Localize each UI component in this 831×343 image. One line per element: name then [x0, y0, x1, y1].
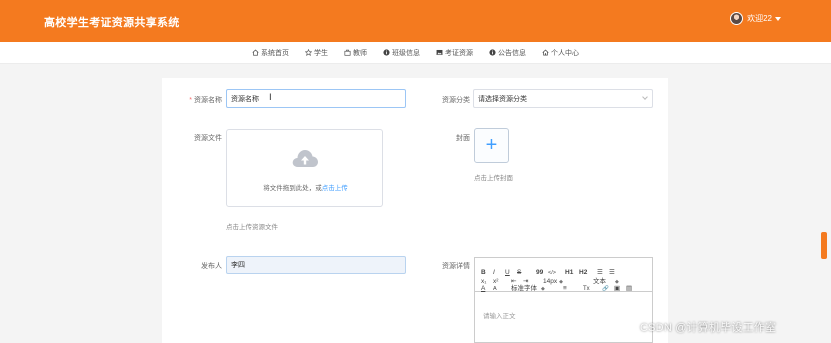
nav-item-label: 教师: [353, 49, 367, 57]
nav-item-cert-resources[interactable]: 考证资源: [436, 48, 473, 58]
nav-item-label: 公告信息: [498, 49, 526, 57]
ordered-list-button[interactable]: ☰: [597, 269, 603, 277]
nav-item-label: 班级信息: [392, 49, 420, 57]
chevron-down-icon: [642, 94, 648, 100]
info-circle-icon: [489, 49, 496, 56]
resource-name-input[interactable]: 资源名称 I: [226, 89, 406, 108]
rich-text-editor[interactable]: B I U S 99 </> H1 H2 ☰ ☰ x₁ x² ⇤ ⇥ 14px ◆…: [474, 257, 653, 343]
resource-name-value: 资源名称: [231, 95, 259, 103]
cloud-upload-icon: [292, 150, 318, 167]
resource-category-select[interactable]: 请选择资源分类: [473, 89, 653, 108]
site-title: 高校学生考证资源共享系统: [44, 17, 180, 29]
upload-click-link[interactable]: 点击上传: [322, 185, 348, 192]
nav-item-label: 系统首页: [261, 49, 289, 57]
main-nav: 系统首页 学生 教师 班级信息 考证资源 公告信息 个人中心: [0, 42, 831, 64]
editor-placeholder: 请输入正文: [483, 313, 516, 320]
nav-item-label: 个人中心: [551, 49, 579, 57]
page-scrollbar[interactable]: [821, 232, 827, 259]
upload-hint: 将文件拖到此处，或点击上传: [227, 182, 384, 192]
resource-category-label: 资源分类: [442, 97, 470, 104]
caret-down-icon[interactable]: [775, 16, 781, 21]
plus-icon: +: [485, 134, 498, 156]
resource-name-label-text: 资源名称: [194, 97, 222, 104]
resource-name-label: * 资源名称: [172, 95, 222, 105]
publisher-input[interactable]: 李四: [226, 256, 406, 274]
code-button[interactable]: </>: [548, 269, 556, 277]
avatar[interactable]: [730, 12, 744, 25]
star-icon: [305, 49, 312, 56]
home-icon: [252, 49, 259, 56]
upload-drop-text: 将文件拖到此处，或: [263, 185, 322, 192]
text-cursor-icon: I: [269, 93, 272, 103]
info-circle-icon: [383, 49, 390, 56]
font-size-value: 14px: [543, 278, 558, 285]
cover-upload-button[interactable]: +: [474, 128, 509, 163]
align-button[interactable]: ≡: [563, 285, 567, 293]
details-label: 资源详情: [442, 263, 470, 270]
cover-label: 封面: [456, 135, 470, 142]
background-color-button[interactable]: A: [493, 285, 497, 293]
video-button[interactable]: ▤: [626, 285, 632, 293]
quote-button[interactable]: 99: [536, 269, 543, 277]
nav-item-teachers[interactable]: 教师: [344, 48, 367, 58]
top-header: 高校学生考证资源共享系统 欢迎22: [0, 0, 831, 42]
bold-button[interactable]: B: [481, 269, 486, 277]
font-size-select[interactable]: 14px ◆: [543, 278, 563, 286]
watermark: CSDN @计算机毕设工作室: [640, 322, 777, 334]
font-color-button[interactable]: A: [481, 285, 485, 293]
header-value: 文本: [593, 278, 606, 285]
nav-item-home[interactable]: 系统首页: [252, 48, 289, 58]
clean-format-button[interactable]: Tx: [583, 285, 590, 293]
h1-button[interactable]: H1: [565, 269, 573, 277]
resource-category-placeholder: 请选择资源分类: [478, 95, 527, 103]
publisher-label: 发布人: [201, 263, 222, 270]
user-name[interactable]: 欢迎22: [747, 13, 772, 24]
publisher-value: 李四: [231, 262, 245, 269]
italic-button[interactable]: I: [493, 269, 495, 277]
required-mark: *: [189, 97, 192, 104]
strike-button[interactable]: S: [517, 269, 521, 277]
link-button[interactable]: 🔗: [602, 285, 609, 293]
resource-file-tip: 点击上传资源文件: [226, 224, 278, 231]
bag-icon: [344, 49, 351, 56]
user-menu[interactable]: 欢迎22: [730, 12, 781, 25]
editor-toolbar: B I U S 99 </> H1 H2 ☰ ☰ x₁ x² ⇤ ⇥ 14px ◆…: [475, 267, 652, 292]
nav-item-announcements[interactable]: 公告信息: [489, 48, 526, 58]
house-icon: [542, 49, 549, 56]
cover-tip: 点击上传封面: [474, 175, 513, 182]
h2-button[interactable]: H2: [579, 269, 587, 277]
nav-item-personal-center[interactable]: 个人中心: [542, 48, 579, 58]
font-family-value: 标准字体: [511, 285, 537, 292]
image-icon: [436, 49, 443, 56]
nav-item-label: 学生: [314, 49, 328, 57]
file-upload-dropzone[interactable]: 将文件拖到此处，或点击上传: [226, 129, 383, 207]
image-button[interactable]: ▣: [614, 285, 620, 293]
nav-item-students[interactable]: 学生: [305, 48, 328, 58]
nav-item-class-info[interactable]: 班级信息: [383, 48, 420, 58]
nav-item-label: 考证资源: [445, 49, 473, 57]
font-family-select[interactable]: 标准字体 ◆: [511, 285, 545, 293]
dropdown-arrow-icon: ◆: [541, 286, 545, 292]
underline-button[interactable]: U: [505, 269, 510, 277]
resource-file-label: 资源文件: [194, 135, 222, 142]
resource-form: * 资源名称 资源名称 I 资源分类 请选择资源分类 资源文件 将文件拖到此处，或…: [162, 78, 668, 343]
bullet-list-button[interactable]: ☰: [609, 269, 615, 277]
